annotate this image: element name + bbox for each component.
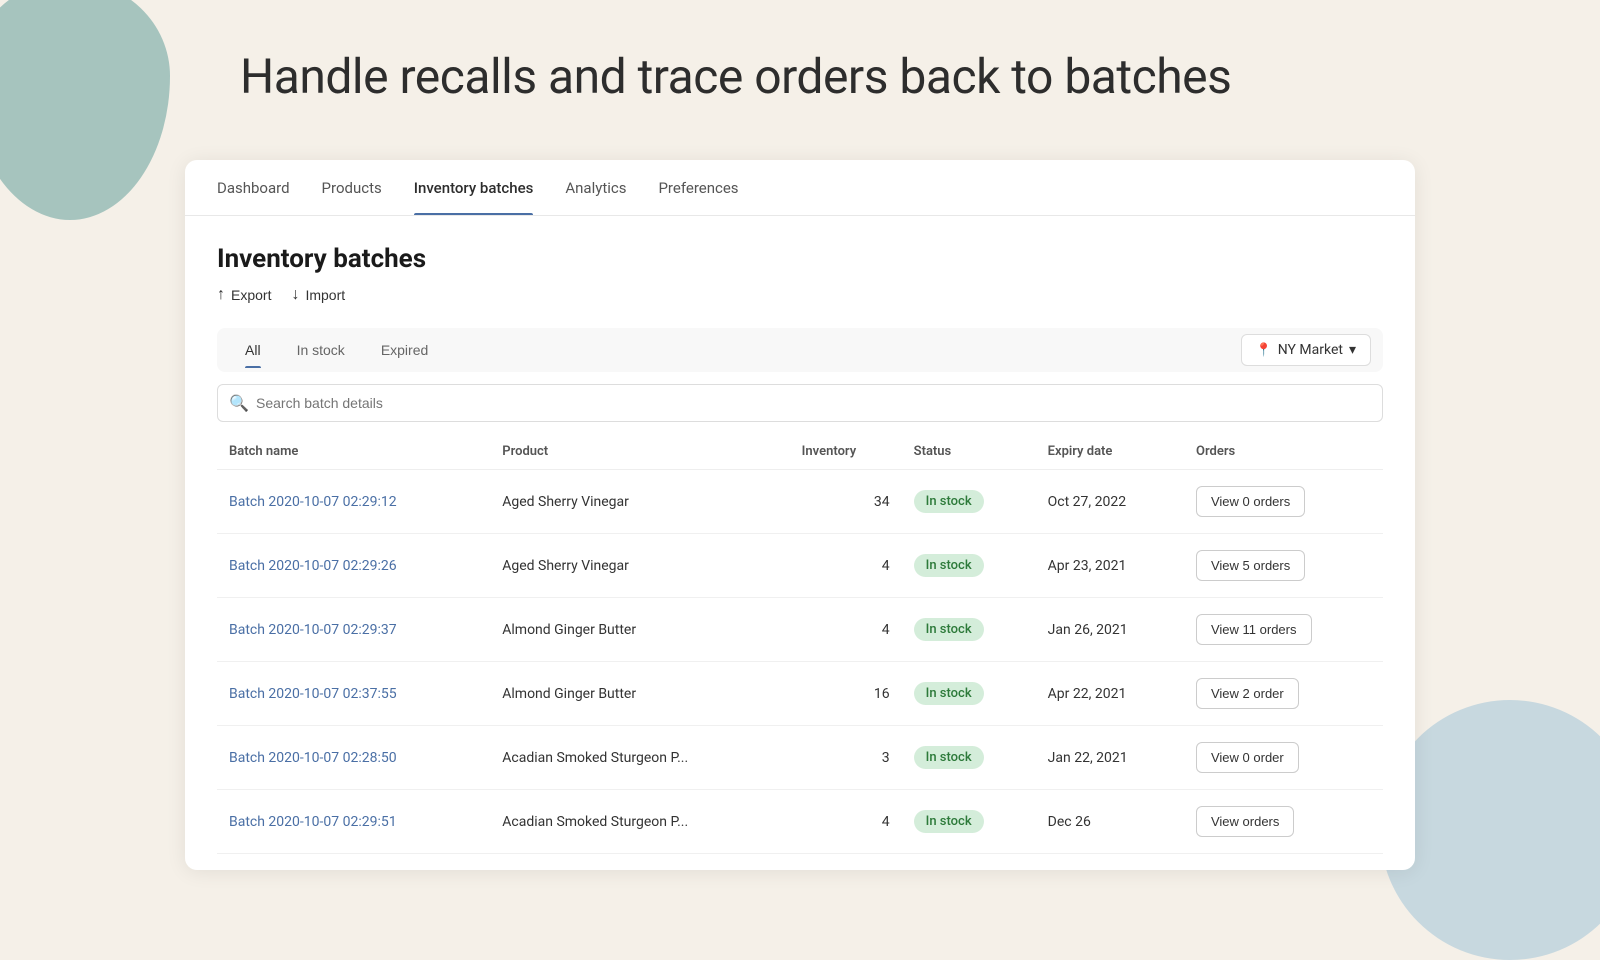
- cell-inventory: 4: [790, 534, 902, 598]
- page-title: Inventory batches: [217, 244, 1383, 274]
- batch-link[interactable]: Batch 2020-10-07 02:29:37: [229, 622, 397, 638]
- table-row: Batch 2020-10-07 02:37:55 Almond Ginger …: [217, 662, 1383, 726]
- cell-status: In stock: [902, 598, 1036, 662]
- cell-orders: View orders: [1184, 790, 1383, 854]
- cell-inventory: 4: [790, 790, 902, 854]
- cell-product: Almond Ginger Butter: [490, 662, 789, 726]
- table-row: Batch 2020-10-07 02:29:26 Aged Sherry Vi…: [217, 534, 1383, 598]
- table-header-row: Batch name Product Inventory Status Expi…: [217, 434, 1383, 470]
- tab-dashboard[interactable]: Dashboard: [217, 160, 290, 215]
- view-orders-button[interactable]: View orders: [1196, 806, 1294, 837]
- batch-link[interactable]: Batch 2020-10-07 02:29:26: [229, 558, 397, 574]
- cell-inventory: 34: [790, 470, 902, 534]
- cell-product: Acadian Smoked Sturgeon P...: [490, 726, 789, 790]
- filter-section: All In stock Expired 📍 NY Market ▾: [217, 328, 1383, 372]
- col-status: Status: [902, 434, 1036, 470]
- search-icon: 🔍: [229, 394, 249, 413]
- cell-batch-name: Batch 2020-10-07 02:29:51: [217, 790, 490, 854]
- cell-inventory: 3: [790, 726, 902, 790]
- table-row: Batch 2020-10-07 02:29:51 Acadian Smoked…: [217, 790, 1383, 854]
- col-inventory: Inventory: [790, 434, 902, 470]
- tab-products[interactable]: Products: [322, 160, 382, 215]
- cell-expiry-date: Apr 23, 2021: [1036, 534, 1184, 598]
- content-area: Inventory batches ↑ Export ↓ Import All …: [185, 216, 1415, 870]
- search-container: 🔍: [217, 384, 1383, 422]
- status-badge: In stock: [914, 746, 984, 769]
- status-badge: In stock: [914, 618, 984, 641]
- cell-batch-name: Batch 2020-10-07 02:37:55: [217, 662, 490, 726]
- table-row: Batch 2020-10-07 02:28:50 Acadian Smoked…: [217, 726, 1383, 790]
- cell-batch-name: Batch 2020-10-07 02:29:26: [217, 534, 490, 598]
- status-badge: In stock: [914, 682, 984, 705]
- tab-preferences[interactable]: Preferences: [658, 160, 738, 215]
- batch-link[interactable]: Batch 2020-10-07 02:28:50: [229, 750, 397, 766]
- cell-batch-name: Batch 2020-10-07 02:29:37: [217, 598, 490, 662]
- filter-tabs-row: All In stock Expired 📍 NY Market ▾: [229, 328, 1371, 372]
- location-icon: 📍: [1256, 343, 1272, 358]
- batch-link[interactable]: Batch 2020-10-07 02:29:51: [229, 814, 397, 830]
- view-orders-button[interactable]: View 5 orders: [1196, 550, 1305, 581]
- cell-status: In stock: [902, 726, 1036, 790]
- status-badge: In stock: [914, 554, 984, 577]
- cell-orders: View 5 orders: [1184, 534, 1383, 598]
- view-orders-button[interactable]: View 2 order: [1196, 678, 1299, 709]
- cell-status: In stock: [902, 470, 1036, 534]
- cell-expiry-date: Dec 26: [1036, 790, 1184, 854]
- search-input[interactable]: [217, 384, 1383, 422]
- action-buttons: ↑ Export ↓ Import: [217, 286, 1383, 304]
- view-orders-button[interactable]: View 0 order: [1196, 742, 1299, 773]
- cell-expiry-date: Jan 22, 2021: [1036, 726, 1184, 790]
- import-button[interactable]: ↓ Import: [291, 286, 345, 304]
- cell-batch-name: Batch 2020-10-07 02:28:50: [217, 726, 490, 790]
- cell-status: In stock: [902, 662, 1036, 726]
- cell-expiry-date: Apr 22, 2021: [1036, 662, 1184, 726]
- inventory-table: Batch name Product Inventory Status Expi…: [217, 434, 1383, 854]
- filter-tab-all[interactable]: All: [229, 332, 277, 368]
- filter-tab-in-stock[interactable]: In stock: [281, 332, 361, 368]
- tab-inventory-batches[interactable]: Inventory batches: [414, 160, 534, 215]
- cell-inventory: 4: [790, 598, 902, 662]
- col-expiry-date: Expiry date: [1036, 434, 1184, 470]
- location-selector[interactable]: 📍 NY Market ▾: [1241, 334, 1371, 366]
- col-orders: Orders: [1184, 434, 1383, 470]
- col-batch-name: Batch name: [217, 434, 490, 470]
- decorative-teal-shape: [0, 0, 170, 220]
- view-orders-button[interactable]: View 0 orders: [1196, 486, 1305, 517]
- table-row: Batch 2020-10-07 02:29:37 Almond Ginger …: [217, 598, 1383, 662]
- batch-link[interactable]: Batch 2020-10-07 02:29:12: [229, 494, 397, 510]
- filter-tab-expired[interactable]: Expired: [365, 332, 444, 368]
- table-container: Batch name Product Inventory Status Expi…: [217, 434, 1383, 854]
- cell-orders: View 0 orders: [1184, 470, 1383, 534]
- view-orders-button[interactable]: View 11 orders: [1196, 614, 1312, 645]
- filter-tabs: All In stock Expired: [229, 332, 444, 368]
- cell-orders: View 2 order: [1184, 662, 1383, 726]
- tab-analytics[interactable]: Analytics: [565, 160, 626, 215]
- cell-batch-name: Batch 2020-10-07 02:29:12: [217, 470, 490, 534]
- cell-expiry-date: Oct 27, 2022: [1036, 470, 1184, 534]
- cell-product: Aged Sherry Vinegar: [490, 470, 789, 534]
- export-button[interactable]: ↑ Export: [217, 286, 271, 304]
- cell-status: In stock: [902, 790, 1036, 854]
- cell-inventory: 16: [790, 662, 902, 726]
- cell-product: Aged Sherry Vinegar: [490, 534, 789, 598]
- export-icon: ↑: [217, 286, 225, 304]
- main-card: Dashboard Products Inventory batches Ana…: [185, 160, 1415, 870]
- cell-orders: View 0 order: [1184, 726, 1383, 790]
- cell-product: Acadian Smoked Sturgeon P...: [490, 790, 789, 854]
- page-heading: Handle recalls and trace orders back to …: [240, 48, 1231, 105]
- col-product: Product: [490, 434, 789, 470]
- batch-link[interactable]: Batch 2020-10-07 02:37:55: [229, 686, 397, 702]
- table-row: Batch 2020-10-07 02:29:12 Aged Sherry Vi…: [217, 470, 1383, 534]
- cell-expiry-date: Jan 26, 2021: [1036, 598, 1184, 662]
- import-icon: ↓: [291, 286, 299, 304]
- cell-product: Almond Ginger Butter: [490, 598, 789, 662]
- location-label: NY Market: [1278, 342, 1343, 358]
- cell-orders: View 11 orders: [1184, 598, 1383, 662]
- cell-status: In stock: [902, 534, 1036, 598]
- status-badge: In stock: [914, 810, 984, 833]
- navigation: Dashboard Products Inventory batches Ana…: [185, 160, 1415, 216]
- chevron-down-icon: ▾: [1349, 342, 1356, 358]
- status-badge: In stock: [914, 490, 984, 513]
